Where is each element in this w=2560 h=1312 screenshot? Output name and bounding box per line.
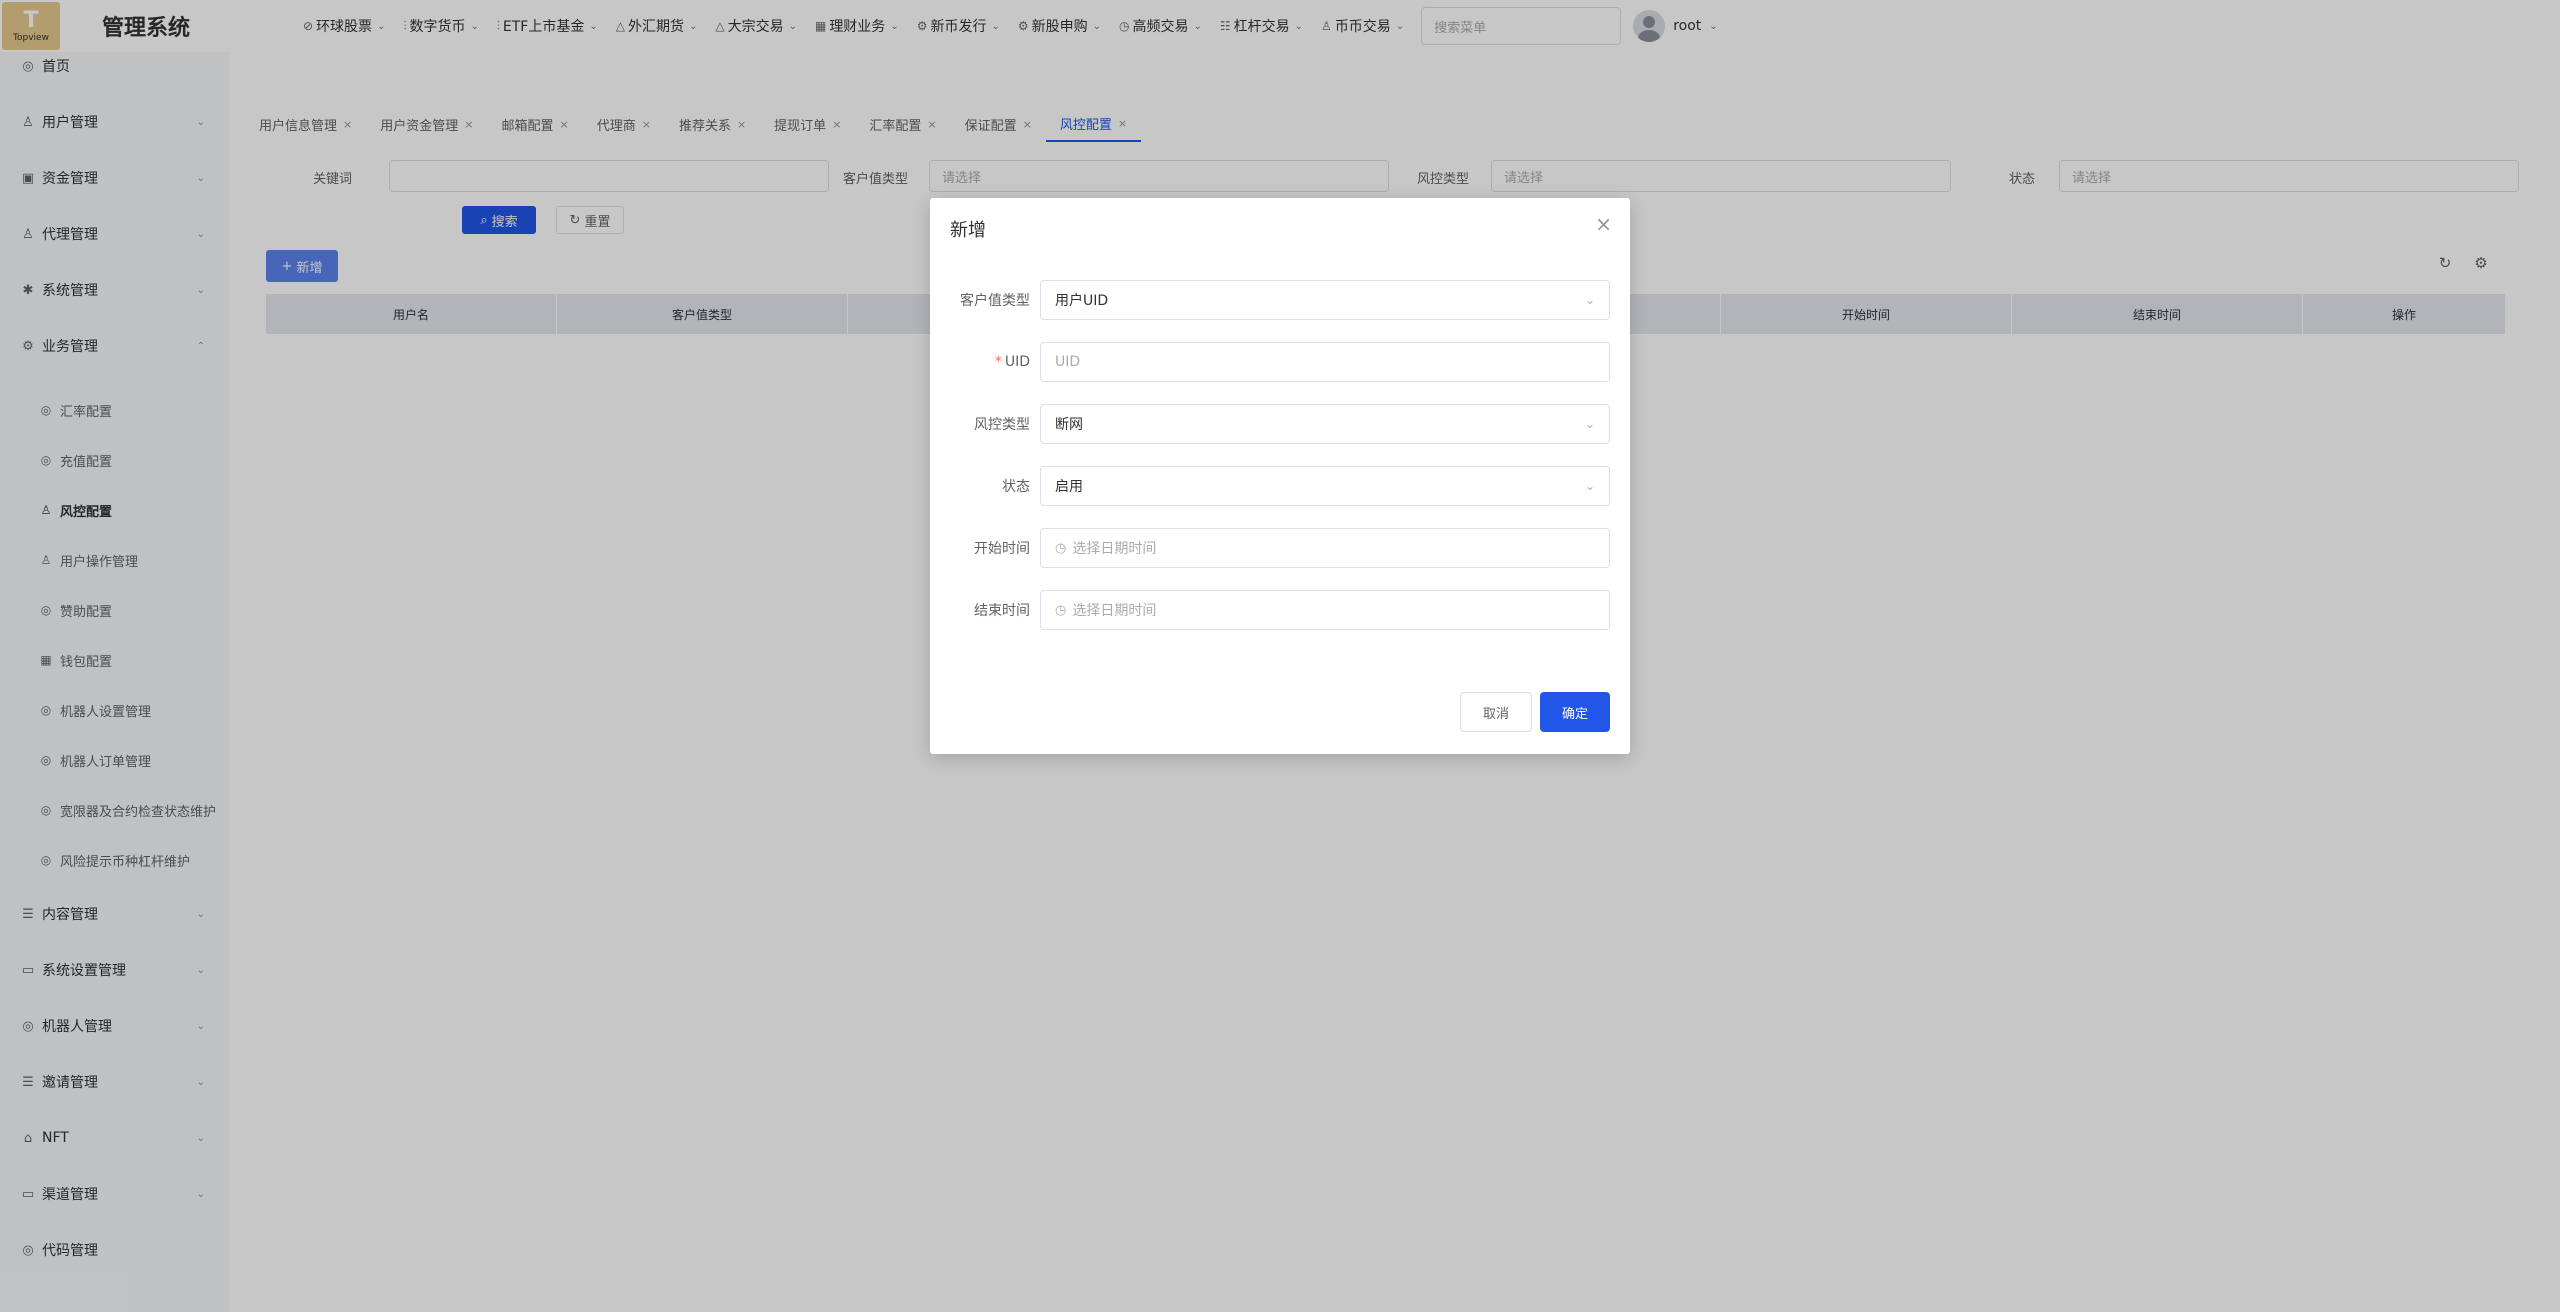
form-label-text: UID: [1004, 354, 1030, 370]
add-dialog: 新增 × 客户值类型 用户UID ⌄ * UID UID 风控类型 断网 ⌄ 状态 启用 ⌄ 开始时间 ◷…: [930, 198, 1630, 754]
form-select[interactable]: 启用 ⌄: [1040, 466, 1610, 506]
form-row: * UID UID: [930, 342, 1630, 382]
form-value: 用户UID: [1055, 293, 1109, 309]
form-select[interactable]: 用户UID ⌄: [1040, 280, 1610, 320]
chevron-down-icon: ⌄: [1584, 293, 1595, 307]
form-row: 开始时间 ◷ 选择日期时间: [930, 528, 1630, 568]
form-row: 客户值类型 用户UID ⌄: [930, 280, 1630, 320]
form-row: 风控类型 断网 ⌄: [930, 404, 1630, 444]
dialog-title: 新增: [950, 220, 986, 241]
form-value: UID: [1055, 354, 1081, 370]
form-row: 结束时间 ◷ 选择日期时间: [930, 590, 1630, 630]
form-row: 状态 启用 ⌄: [930, 466, 1630, 506]
required-mark: *: [994, 354, 1002, 370]
form-select[interactable]: 断网 ⌄: [1040, 404, 1610, 444]
form-label: 状态: [1002, 466, 1030, 506]
datetime-picker[interactable]: ◷ 选择日期时间: [1040, 528, 1610, 568]
form-label: 结束时间: [974, 590, 1030, 630]
form-label-text: 结束时间: [974, 603, 1030, 619]
form-value: 启用: [1055, 479, 1083, 495]
form-label-text: 客户值类型: [960, 293, 1030, 309]
form-label: 开始时间: [974, 528, 1030, 568]
form-label-text: 风控类型: [974, 417, 1030, 433]
form-input[interactable]: UID: [1040, 342, 1610, 382]
form-label-text: 开始时间: [974, 541, 1030, 557]
clock-icon: ◷: [1055, 540, 1067, 556]
clock-icon: ◷: [1055, 602, 1067, 618]
confirm-button[interactable]: 确定: [1540, 692, 1610, 732]
chevron-down-icon: ⌄: [1584, 417, 1595, 431]
form-label: 风控类型: [974, 404, 1030, 444]
form-label-text: 状态: [1002, 479, 1030, 495]
form-value: 断网: [1055, 417, 1083, 433]
chevron-down-icon: ⌄: [1584, 479, 1595, 493]
form-label: * UID: [995, 342, 1030, 382]
form-value: 选择日期时间: [1072, 541, 1157, 557]
close-icon[interactable]: ×: [1595, 214, 1612, 234]
cancel-button[interactable]: 取消: [1460, 692, 1532, 732]
form-label: 客户值类型: [960, 280, 1030, 320]
datetime-picker[interactable]: ◷ 选择日期时间: [1040, 590, 1610, 630]
form-value: 选择日期时间: [1072, 603, 1157, 619]
